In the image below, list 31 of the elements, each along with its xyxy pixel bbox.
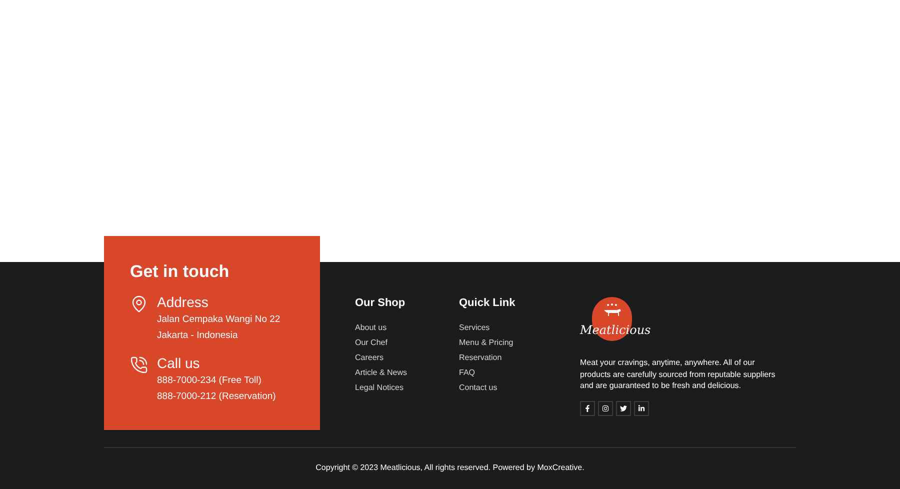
footer-link[interactable]: Article & News — [355, 365, 408, 380]
contact-line: 888-7000-212 (Reservation) — [157, 390, 276, 404]
column-heading: Quick Link — [459, 296, 516, 310]
social-button[interactable] — [616, 400, 631, 416]
phone-icon — [130, 356, 148, 374]
contact-line: 888-7000-234 (Free Toll) — [157, 374, 262, 388]
footer-link[interactable]: Legal Notices — [355, 380, 404, 395]
column-heading: Our Shop — [355, 296, 406, 310]
contact-line: Jalan Cempaka Wangi No 22 — [157, 313, 280, 327]
footer-link[interactable]: Menu & Pricing — [459, 335, 514, 350]
footer-link[interactable]: Careers — [355, 350, 384, 365]
card-title: Get in touch — [130, 262, 230, 282]
instagram-icon — [602, 404, 609, 412]
linkedin-icon — [638, 404, 645, 412]
footer-link[interactable]: Contact us — [459, 380, 498, 395]
contact-line: Jakarta - Indonesia — [157, 329, 238, 343]
brand-description: Meat your cravings, anytime, anywhere. All of our products are carefully sourced from reputable suppliers and are guaranteed to be fresh and delicious. — [580, 357, 776, 392]
twitter-icon — [620, 404, 627, 412]
copyright-text: Copyright © 2023 Meatlicious, All rights reserved. Powered by MoxCreative. — [316, 463, 584, 473]
social-button[interactable] — [598, 400, 613, 416]
footer-link[interactable]: FAQ — [459, 365, 476, 380]
footer-link[interactable]: Reservation — [459, 350, 502, 365]
map-pin-icon — [130, 295, 148, 313]
footer-link[interactable]: Services — [459, 320, 490, 335]
social-button[interactable] — [634, 400, 649, 416]
section-heading: Address — [157, 293, 208, 311]
section-heading: Call us — [157, 354, 200, 372]
footer-link[interactable]: Our Chef — [355, 335, 388, 350]
social-button[interactable] — [580, 400, 595, 416]
footer-link[interactable]: About us — [355, 320, 387, 335]
facebook-icon — [584, 404, 591, 412]
